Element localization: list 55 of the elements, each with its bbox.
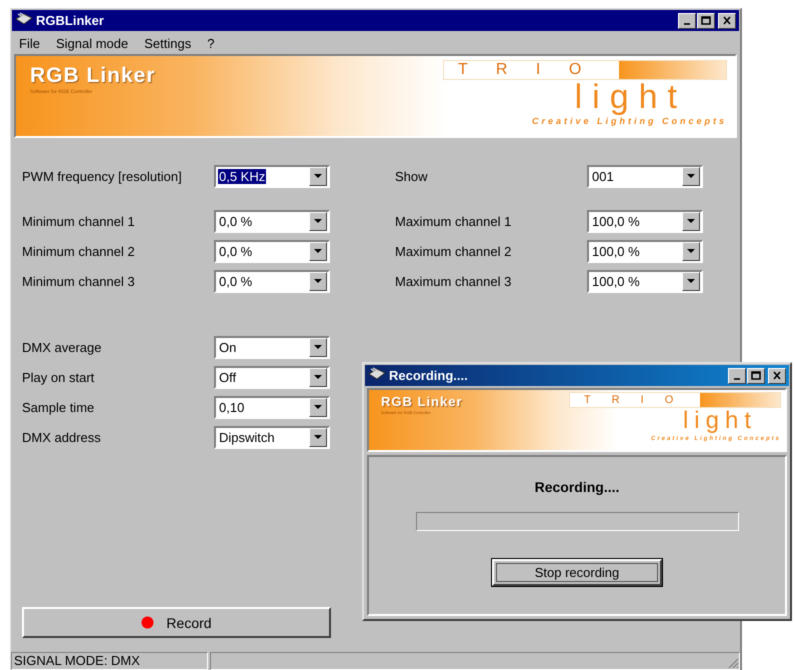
field-label: Show [395, 168, 429, 184]
record-button[interactable]: Record [22, 607, 331, 638]
field-label: Maximum channel 2 [395, 244, 512, 258]
field-label: PWM frequency [resolution] [22, 168, 183, 184]
brand-logo: light [574, 80, 687, 114]
field-label: DMX address [22, 430, 102, 444]
brand-top-text: T R I O [583, 394, 682, 406]
menu-item[interactable]: ? [207, 36, 214, 50]
dropdown-field[interactable]: 100,0 % [587, 270, 703, 292]
maximize-button[interactable] [747, 368, 765, 384]
minimize-button[interactable] [728, 368, 746, 384]
field-label: Minimum channel 2 [22, 244, 136, 258]
field-label: DMX average [22, 340, 102, 354]
brand-logo: light [682, 408, 757, 434]
maximize-button[interactable] [697, 12, 715, 28]
stop-recording-button[interactable]: Stop recording [492, 559, 662, 586]
field-label: Maximum channel 3 [395, 274, 512, 288]
dropdown-field[interactable]: Dipswitch [214, 426, 330, 448]
maximize-icon[interactable] [750, 370, 762, 381]
product-logo: RGB Linker [30, 64, 156, 88]
dropdown-field[interactable]: On [214, 336, 330, 358]
dropdown-field[interactable]: 0,0 % [214, 240, 330, 262]
close-icon[interactable] [771, 370, 783, 381]
recording-message: Recording.... [534, 479, 620, 495]
dropdown-field[interactable]: 0,0 % [214, 210, 330, 232]
dropdown-field[interactable]: 0,10 [214, 396, 330, 418]
dropdown-field[interactable]: 100,0 % [587, 210, 703, 232]
dropdown-field[interactable]: Off [214, 366, 330, 388]
product-logo: RGB Linker [381, 394, 463, 409]
field-label: Minimum channel 1 [22, 214, 136, 228]
window-title: RGBLinker [36, 13, 105, 28]
dropdown-field[interactable]: 001 [587, 164, 703, 188]
status-panel: SIGNAL MODE: DMX [11, 652, 208, 670]
resize-grip-icon[interactable] [727, 657, 739, 669]
dropdown-field[interactable]: 100,0 % [587, 240, 703, 262]
dropdown-field[interactable]: 0,0 % [214, 270, 330, 292]
dropdown-field[interactable]: 0,5 KHz [214, 164, 330, 188]
maximize-icon[interactable] [700, 15, 712, 26]
close-icon[interactable] [721, 15, 733, 26]
app-icon [368, 367, 386, 381]
minimize-button[interactable] [678, 12, 696, 28]
menu-item[interactable]: Signal mode [56, 36, 128, 50]
field-label: Minimum channel 3 [22, 274, 136, 288]
close-button[interactable] [718, 12, 736, 28]
menu-item[interactable]: Settings [144, 36, 192, 50]
dialog-title: Recording.... [389, 368, 469, 383]
record-icon [141, 616, 154, 629]
field-label: Play on start [22, 370, 96, 384]
brand-slogan: Creative Lighting Concepts [532, 116, 727, 126]
brand-top-text: T R I O [457, 61, 594, 79]
close-button[interactable] [768, 368, 786, 384]
field-label: Maximum channel 1 [395, 214, 512, 228]
menu-item[interactable]: File [19, 36, 40, 50]
field-label: Sample time [22, 400, 96, 414]
app-icon [15, 12, 33, 26]
